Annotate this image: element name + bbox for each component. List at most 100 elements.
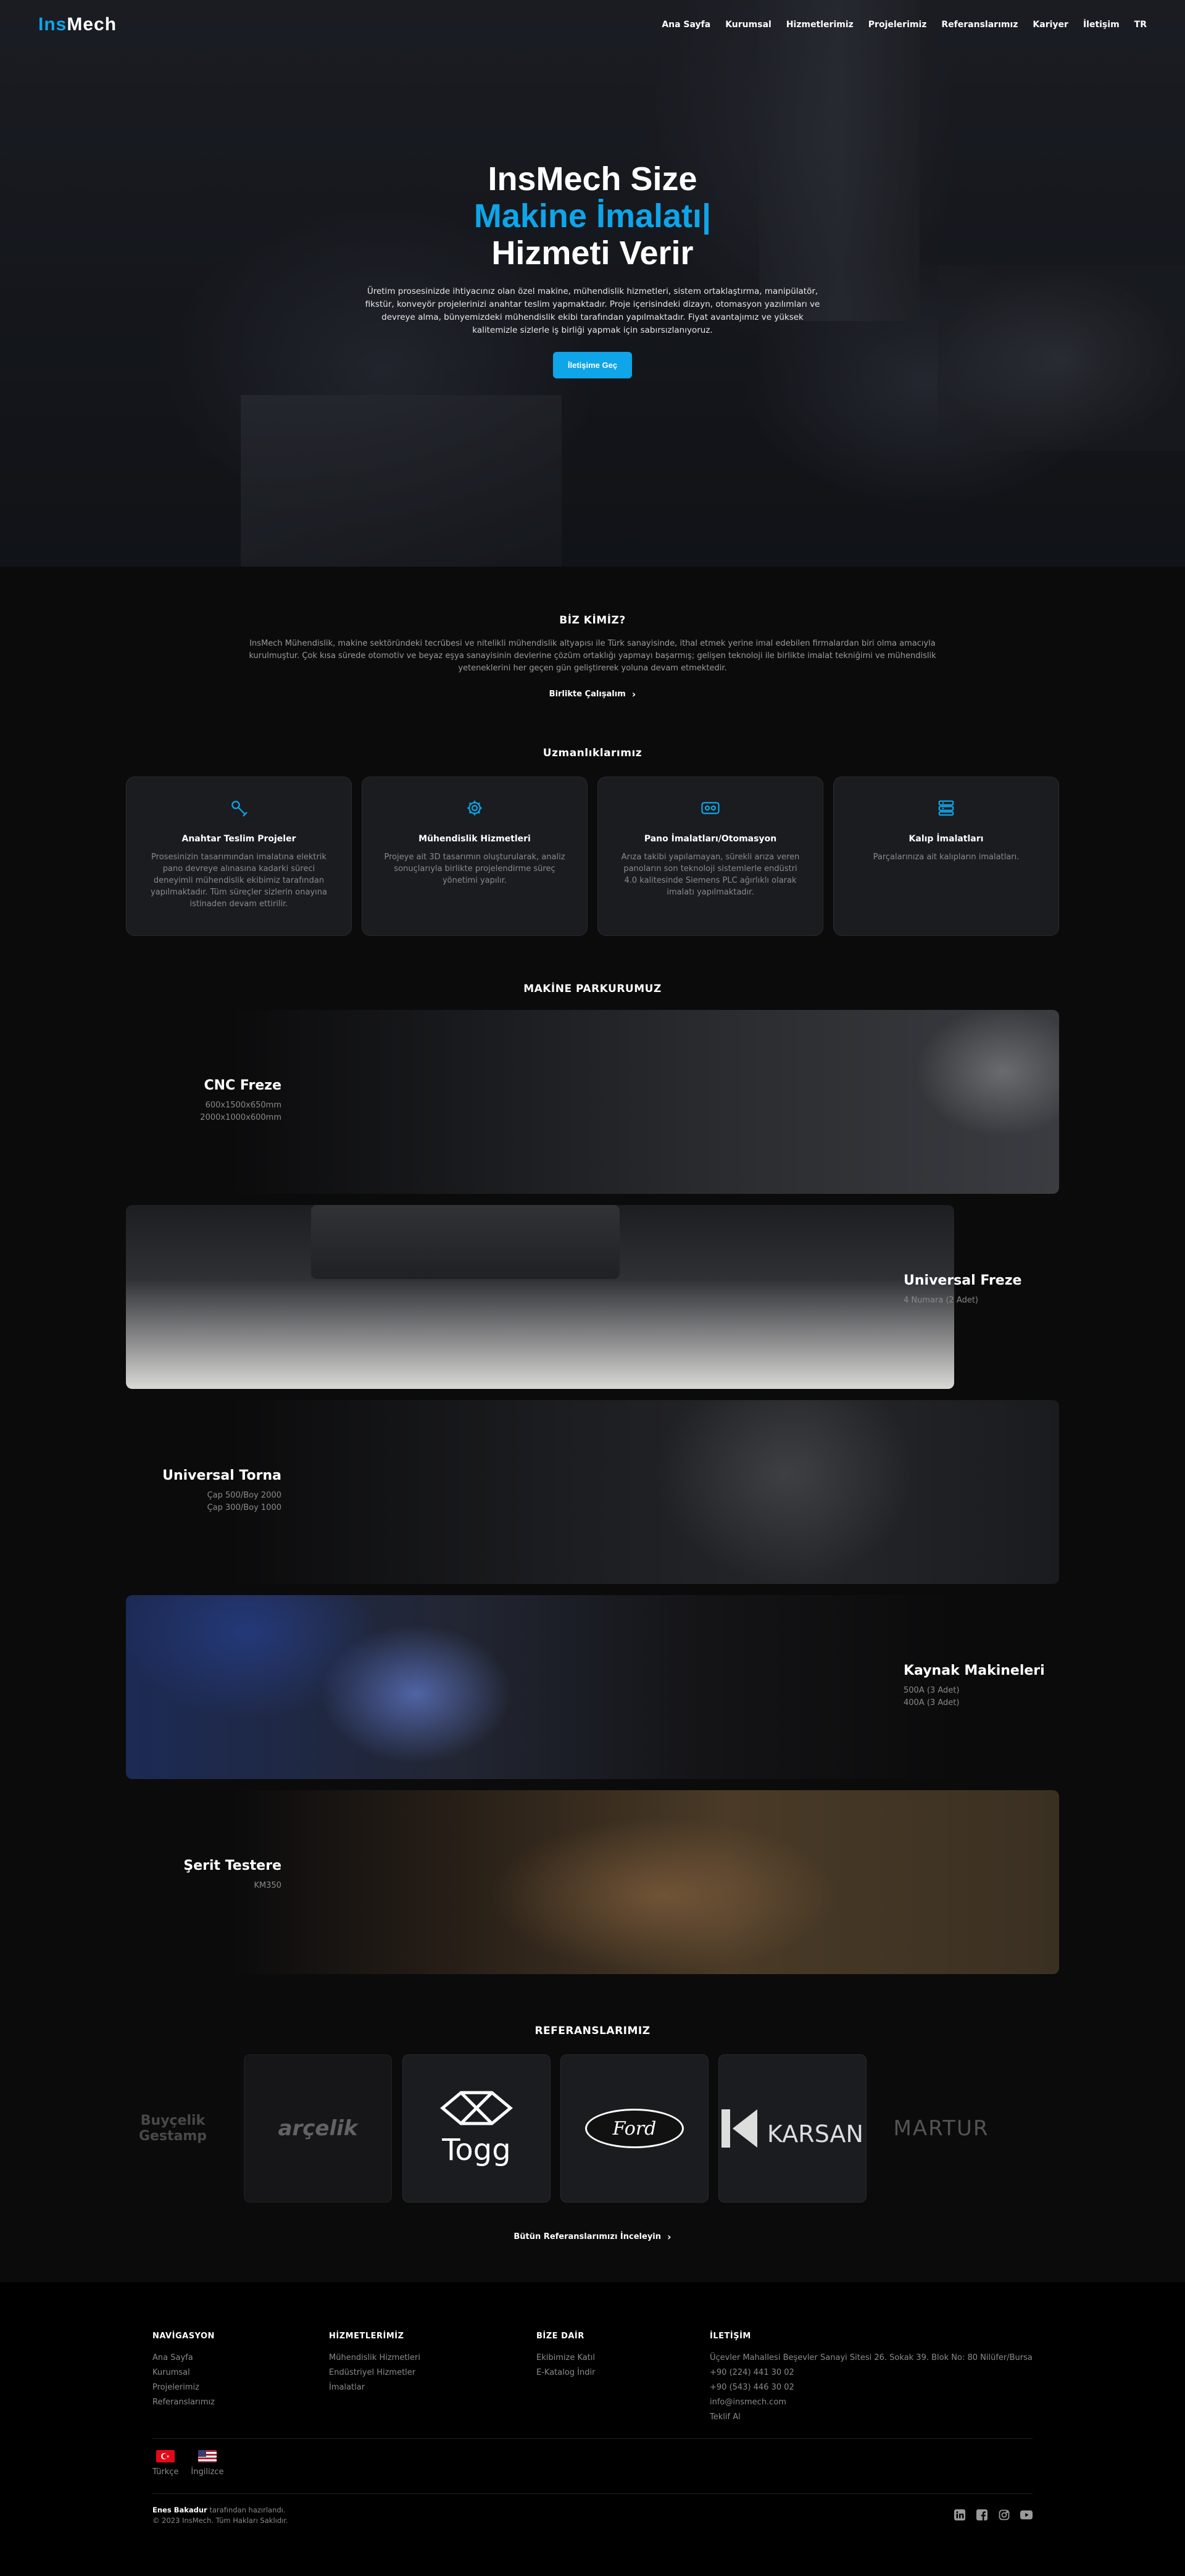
expertise-card[interactable]: Anahtar Teslim Projeler Prosesinizin tas… [126, 777, 352, 936]
reference-logo-card[interactable]: KARSAN [718, 2054, 867, 2203]
footer-col-title: İLETİŞİM [710, 2332, 751, 2341]
flag-canton [198, 2450, 206, 2457]
nav-item-referanslarimiz[interactable]: Referanslarımız [941, 20, 1018, 30]
ford-logo: Ford [585, 2109, 684, 2148]
instagram-icon[interactable] [998, 2509, 1010, 2521]
machine-info: Şerit Testere KM350 [126, 1858, 281, 1892]
footer-phone[interactable]: +90 (543) 446 30 02 [710, 2380, 1043, 2395]
footer-col-contact: İLETİŞİM Üçevler Mahallesi Beşevler Sana… [710, 2332, 1043, 2425]
footer-divider [152, 2438, 1033, 2439]
reference-logo-card[interactable]: Togg [402, 2054, 551, 2203]
reference-logo-card[interactable]: arçelik [244, 2054, 392, 2203]
nav-item-hizmetlerimiz[interactable]: Hizmetlerimiz [786, 20, 854, 30]
nav-item-iletisim[interactable]: İletişim [1083, 20, 1120, 30]
machine-card[interactable]: Şerit Testere KM350 [126, 1790, 1059, 1974]
nav-item-projelerimiz[interactable]: Projelerimiz [868, 20, 927, 30]
hero-content: InsMech Size Makine İmalatı| Hizmeti Ver… [0, 160, 1185, 378]
machine-spec: Çap 300/Boy 1000 [207, 1503, 281, 1512]
band-saw-image [231, 1790, 1059, 1974]
footer-link[interactable]: Ekibimize Katıl [536, 2351, 710, 2366]
card-title: Mühendislik Hizmetleri [418, 834, 531, 844]
nav-item-kariyer[interactable]: Kariyer [1033, 20, 1068, 30]
expertise-cards: Anahtar Teslim Projeler Prosesinizin tas… [0, 777, 1185, 936]
hero-title-line1: InsMech Size [488, 160, 697, 198]
footer-columns: NAVİGASYON Ana Sayfa Kurumsal Projelerim… [152, 2332, 1043, 2425]
universal-lathe-image [231, 1400, 1059, 1584]
chevron-right-icon: › [667, 2231, 672, 2243]
all-references-label: Bütün Referanslarımızı İnceleyin [514, 2232, 661, 2241]
social-links [954, 2509, 1033, 2521]
turkey-flag-icon [156, 2450, 175, 2462]
all-references-link[interactable]: Bütün Referanslarımızı İnceleyin › [514, 2231, 671, 2243]
footer-link[interactable]: Projelerimiz [152, 2380, 329, 2395]
welding-image [126, 1595, 954, 1779]
reference-logo-card[interactable]: Ford [560, 2054, 709, 2203]
machine-card[interactable]: Universal Torna Çap 500/Boy 2000 Çap 300… [126, 1400, 1059, 1584]
nav-item-ana-sayfa[interactable]: Ana Sayfa [662, 20, 710, 30]
card-title: Anahtar Teslim Projeler [181, 834, 296, 844]
expertise-card[interactable]: Kalıp İmalatları Parçalarınıza ait kalıp… [833, 777, 1059, 936]
language-switch[interactable]: TR [1134, 20, 1147, 30]
martur-logo: MARTUR [893, 2116, 989, 2141]
nav-item-kurumsal[interactable]: Kurumsal [725, 20, 771, 30]
site-logo[interactable]: InsMech [38, 14, 117, 35]
machine-spec: 2000x1000x600mm [200, 1113, 281, 1122]
references-section: REFERANSLARIMIZ Buyçelik Gestamp arçelik… [0, 2025, 1185, 2243]
milling-head-shape [311, 1205, 620, 1279]
hero-section: InsMech Size Makine İmalatı| Hizmeti Ver… [0, 0, 1185, 567]
language-english[interactable]: İngilizce [191, 2450, 224, 2477]
card-text: Arıza takibi yapılamayan, sürekli arıza … [621, 852, 800, 897]
wrench-icon [227, 796, 251, 820]
footer-link[interactable]: E-Katalog İndir [536, 2366, 710, 2380]
machine-card[interactable]: CNC Freze 600x1500x650mm 2000x1000x600mm [126, 1010, 1059, 1194]
machine-name: Kaynak Makineleri [904, 1663, 1045, 1678]
logo-suffix: Mech [67, 14, 117, 35]
footer-link[interactable]: Referanslarımız [152, 2395, 329, 2410]
machine-specs: Çap 500/Boy 2000 Çap 300/Boy 1000 [126, 1490, 281, 1514]
machine-card[interactable]: Kaynak Makineleri 500A (3 Adet) 400A (3 … [126, 1595, 1059, 1779]
togg-wordmark: Togg [442, 2133, 511, 2167]
footer-email[interactable]: info@insmech.com [710, 2395, 1043, 2410]
footer-link[interactable]: Ana Sayfa [152, 2351, 329, 2366]
crescent-star-icon [161, 2453, 170, 2459]
expertise-card[interactable]: Mühendislik Hizmetleri Projeye ait 3D ta… [362, 777, 588, 936]
machine-info: Universal Freze 4 Numara (2 Adet) [904, 1273, 1021, 1307]
footer-link[interactable]: İmalatlar [329, 2380, 536, 2395]
reference-logo-card[interactable]: Buyçelik Gestamp [111, 2054, 235, 2203]
card-title: Pano İmalatları/Otomasyon [644, 834, 777, 844]
credit-author[interactable]: Enes Bakadur [152, 2506, 207, 2514]
footer-col-services: HİZMETLERİMİZ Mühendislik Hizmetleri End… [329, 2332, 536, 2425]
footer-quote-link[interactable]: Teklif Al [710, 2410, 1043, 2425]
footer-col-about: BİZE DAİR Ekibimize Katıl E-Katalog İndi… [536, 2332, 710, 2425]
server-stack-icon [934, 796, 958, 820]
us-flag-icon [198, 2450, 217, 2462]
language-turkish[interactable]: Türkçe [152, 2450, 178, 2477]
youtube-icon[interactable] [1020, 2509, 1033, 2521]
machines-section: MAKİNE PARKURUMUZ CNC Freze 600x1500x650… [0, 983, 1185, 1974]
karsan-logo: KARSAN [721, 2109, 863, 2148]
machine-specs: 600x1500x650mm 2000x1000x600mm [126, 1099, 281, 1124]
reference-logo-card[interactable]: MARTUR [876, 2054, 1006, 2203]
linkedin-icon[interactable] [954, 2509, 966, 2521]
references-title: REFERANSLARIMIZ [534, 2025, 651, 2037]
hero-description: Üretim prosesinizde ihtiyacınız olan öze… [365, 286, 820, 335]
contact-button[interactable]: İletişime Geç [552, 352, 633, 378]
card-text: Parçalarınıza ait kalıpların imalatları. [873, 852, 1020, 862]
togg-logo: Togg [430, 2090, 523, 2167]
work-together-label: Birlikte Çalışalım [549, 690, 626, 699]
card-text: Prosesinizin tasarımından imalatına elek… [151, 852, 327, 909]
machine-card[interactable]: Universal Freze 4 Numara (2 Adet) [126, 1205, 1059, 1389]
expertise-card[interactable]: Pano İmalatları/Otomasyon Arıza takibi y… [597, 777, 823, 936]
footer-phone[interactable]: +90 (224) 441 30 02 [710, 2366, 1043, 2380]
site-footer: NAVİGASYON Ana Sayfa Kurumsal Projelerim… [0, 2282, 1185, 2576]
work-together-link[interactable]: Birlikte Çalışalım › [549, 688, 636, 700]
gestamp-logo: Buyçelik Gestamp [138, 2113, 207, 2144]
machines-title: MAKİNE PARKURUMUZ [523, 983, 662, 995]
footer-link[interactable]: Mühendislik Hizmetleri [329, 2351, 536, 2366]
facebook-icon[interactable] [976, 2509, 988, 2521]
machine-info: CNC Freze 600x1500x650mm 2000x1000x600mm [126, 1078, 281, 1124]
about-text: InsMech Mühendislik, makine sektöründeki… [249, 639, 936, 673]
footer-link[interactable]: Kurumsal [152, 2366, 329, 2380]
card-text: Projeye ait 3D tasarımın oluşturularak, … [384, 852, 565, 885]
footer-link[interactable]: Endüstriyel Hizmetler [329, 2366, 536, 2380]
